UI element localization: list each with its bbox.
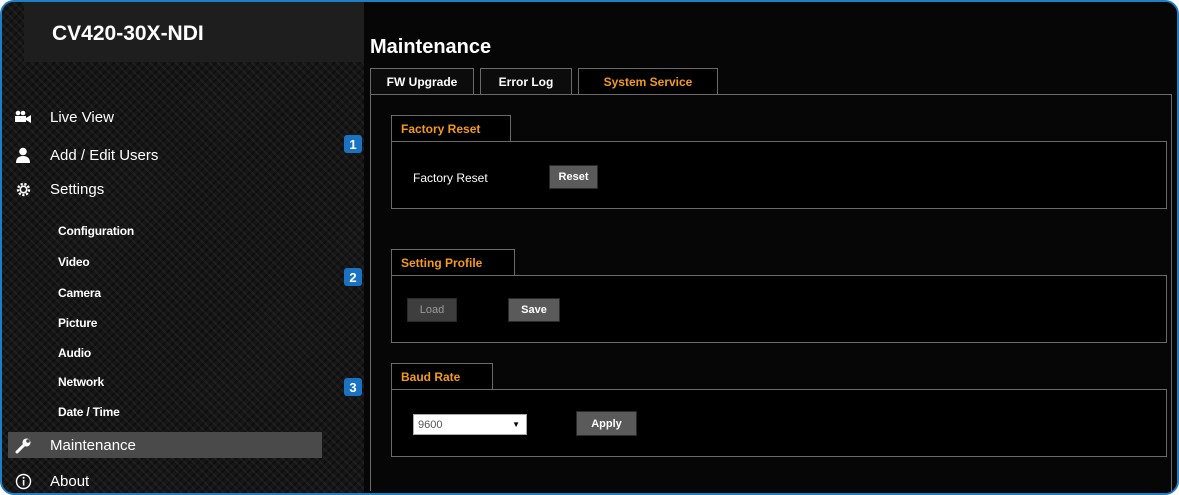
sidebar-item-label: About	[50, 472, 90, 490]
sidebar-item-about[interactable]: About	[14, 468, 90, 493]
sidebar-item-configuration[interactable]: Configuration	[58, 224, 134, 238]
user-icon	[14, 146, 32, 164]
sidebar-item-label: Settings	[50, 180, 105, 198]
sidebar-item-date-time[interactable]: Date / Time	[58, 405, 120, 419]
sidebar-item-label: Add / Edit Users	[50, 146, 159, 164]
info-icon	[14, 472, 32, 490]
sidebar-item-picture[interactable]: Picture	[58, 316, 97, 330]
sidebar-item-add-edit-users[interactable]: Add / Edit Users	[14, 142, 158, 168]
video-camera-icon	[14, 108, 32, 126]
factory-reset-section	[391, 141, 1167, 209]
sidebar-item-camera[interactable]: Camera	[58, 286, 101, 300]
baud-rate-selected-value: 9600	[418, 418, 443, 431]
sidebar-item-label: Maintenance	[50, 436, 136, 454]
apply-button[interactable]: Apply	[576, 411, 637, 436]
sidebar-item-label: Live View	[50, 108, 114, 126]
sidebar-item-video[interactable]: Video	[58, 255, 90, 269]
callout-badge-1: 1	[344, 135, 362, 153]
callout-badge-2: 2	[344, 268, 362, 286]
tab-error-log[interactable]: Error Log	[480, 68, 572, 94]
sidebar-item-live-view[interactable]: Live View	[14, 104, 114, 130]
device-model-name: CV420-30X-NDI	[52, 22, 204, 45]
tab-content: Factory Reset Factory Reset Reset Settin…	[370, 94, 1172, 491]
sidebar-item-settings[interactable]: Settings	[14, 176, 104, 202]
main-panel: Maintenance FW Upgrade Error Log System …	[364, 2, 1177, 493]
baud-rate-section-title: Baud Rate	[391, 363, 493, 389]
load-button[interactable]: Load	[407, 298, 457, 322]
save-button[interactable]: Save	[508, 298, 560, 322]
setting-profile-section-title: Setting Profile	[391, 249, 515, 275]
factory-reset-label: Factory Reset	[413, 171, 488, 185]
reset-button[interactable]: Reset	[549, 165, 598, 189]
tab-system-service[interactable]: System Service	[578, 68, 718, 95]
sidebar-item-maintenance[interactable]: Maintenance	[14, 432, 136, 458]
gear-icon	[14, 180, 32, 198]
page-title: Maintenance	[370, 36, 492, 58]
baud-rate-select[interactable]: 9600 ▼	[413, 414, 527, 435]
tab-fw-upgrade[interactable]: FW Upgrade	[370, 68, 474, 94]
sidebar-item-audio[interactable]: Audio	[58, 346, 91, 360]
dropdown-arrow-icon: ▼	[512, 420, 520, 429]
callout-badge-3: 3	[344, 378, 362, 396]
factory-reset-section-title: Factory Reset	[391, 115, 511, 141]
app-frame: CV420-30X-NDI Live View Add / Edit Users…	[0, 0, 1179, 495]
sidebar-item-network[interactable]: Network	[58, 375, 104, 389]
wrench-icon	[14, 436, 32, 454]
sidebar: CV420-30X-NDI Live View Add / Edit Users…	[2, 2, 364, 493]
